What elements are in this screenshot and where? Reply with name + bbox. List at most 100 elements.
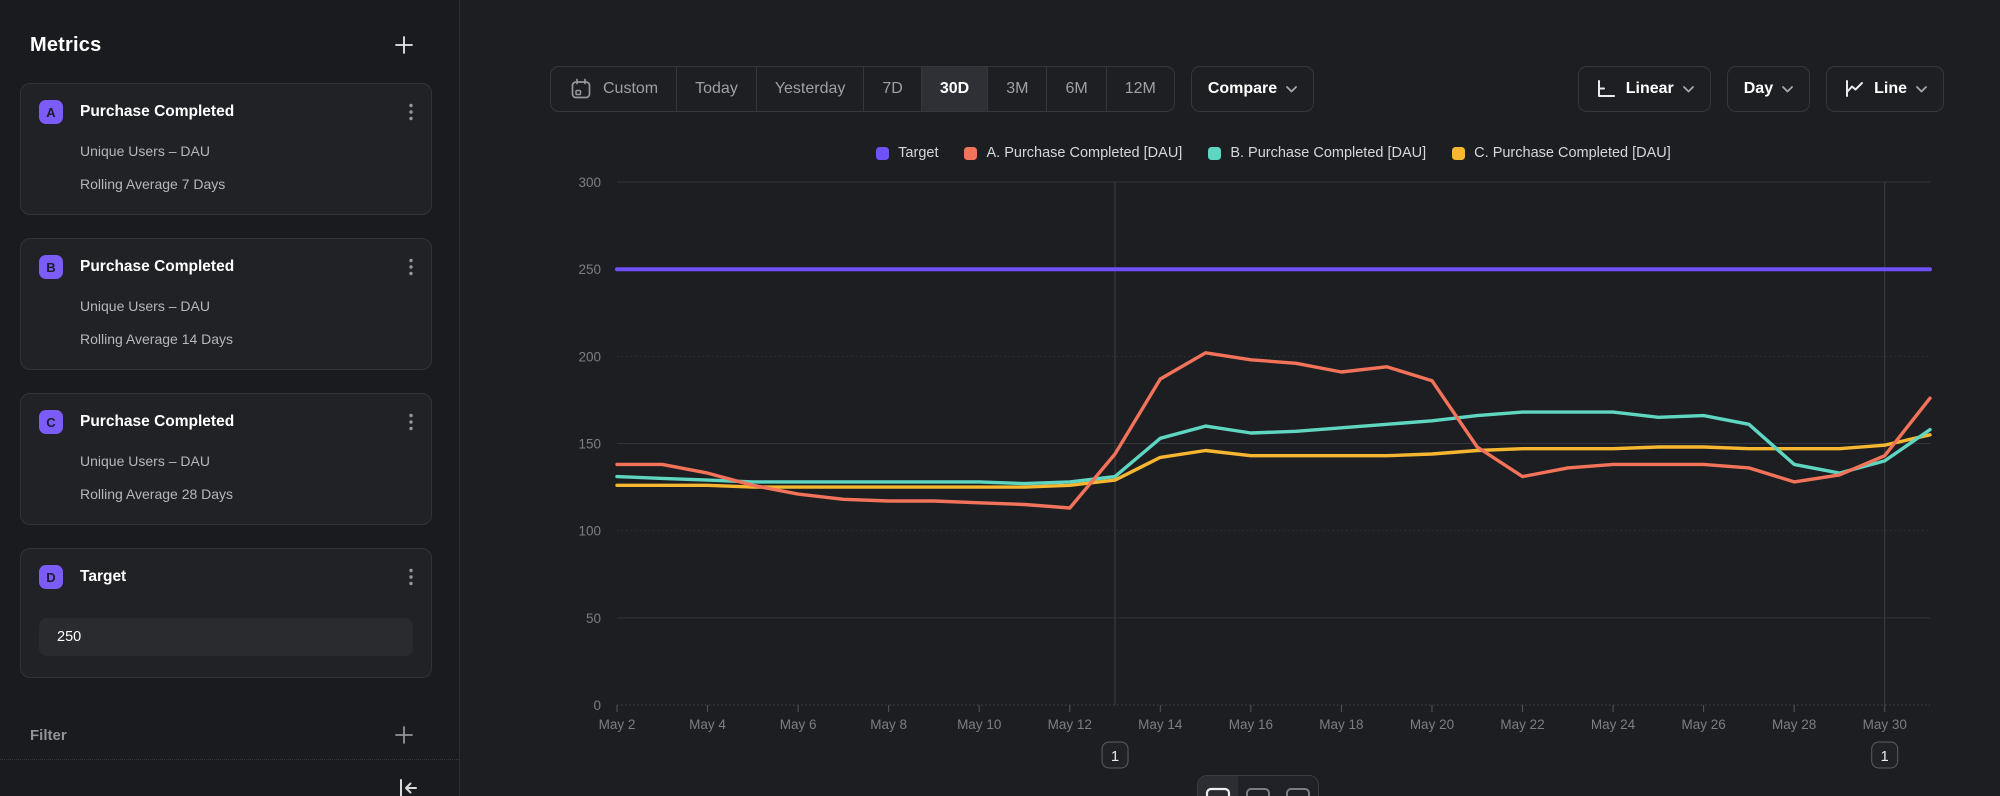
legend-swatch — [1452, 147, 1465, 160]
series-line-a-purchase-completed-dau — [617, 353, 1930, 508]
range-7d[interactable]: 7D — [863, 67, 920, 111]
metric-rolling-average: Rolling Average 14 Days — [80, 331, 413, 347]
metrics-section-title: Metrics — [30, 34, 101, 57]
metrics-sidebar: Metrics A Purchase Completed Unique User… — [0, 0, 460, 796]
range-label: 12M — [1125, 80, 1156, 98]
metric-title: Purchase Completed — [80, 258, 234, 276]
plus-icon — [393, 724, 415, 746]
x-axis-label: May 26 — [1681, 717, 1725, 732]
scale-dropdown[interactable]: Linear — [1578, 66, 1711, 112]
metric-card-a[interactable]: A Purchase Completed Unique Users – DAU … — [20, 83, 432, 215]
metric-card-c[interactable]: C Purchase Completed Unique Users – DAU … — [20, 393, 432, 525]
target-options-button[interactable] — [409, 568, 413, 586]
range-label: 30D — [940, 80, 969, 98]
metric-rolling-average: Rolling Average 7 Days — [80, 176, 413, 192]
range-label: 3M — [1006, 80, 1028, 98]
metric-options-button[interactable] — [409, 258, 413, 276]
chart-type-label: Line — [1874, 80, 1907, 98]
kebab-icon — [409, 103, 413, 121]
y-axis-label: 300 — [578, 175, 601, 190]
legend-item[interactable]: C. Purchase Completed [DAU] — [1452, 145, 1671, 161]
compare-button[interactable]: Compare — [1191, 66, 1314, 112]
metric-rolling-average: Rolling Average 28 Days — [80, 486, 413, 502]
y-axis-label: 250 — [578, 262, 601, 277]
target-card[interactable]: D Target — [20, 548, 432, 678]
legend-item[interactable]: A. Purchase Completed [DAU] — [964, 145, 1182, 161]
legend-swatch — [876, 147, 889, 160]
metric-card-header: C Purchase Completed — [39, 410, 413, 434]
annotation-badge-label: 1 — [1111, 749, 1119, 765]
legend-label: B. Purchase Completed [DAU] — [1230, 145, 1426, 161]
range-30d[interactable]: 30D — [921, 67, 987, 111]
kebab-icon — [409, 258, 413, 276]
add-metric-button[interactable] — [393, 34, 415, 56]
legend-label: C. Purchase Completed [DAU] — [1474, 145, 1671, 161]
chart-legend: Target A. Purchase Completed [DAU] B. Purc… — [617, 145, 1930, 161]
metric-letter-badge: D — [39, 565, 63, 589]
legend-item[interactable]: B. Purchase Completed [DAU] — [1208, 145, 1426, 161]
annotation-badge[interactable]: 1 — [1102, 742, 1128, 768]
metric-letter-badge: A — [39, 100, 63, 124]
layout-option-chart-only[interactable] — [1198, 776, 1238, 796]
x-axis-label: May 16 — [1229, 717, 1273, 732]
chevron-down-icon — [1683, 86, 1694, 93]
metric-options-button[interactable] — [409, 103, 413, 121]
layout-option-table-only[interactable] — [1278, 776, 1318, 796]
target-card-header: D Target — [39, 565, 413, 589]
collapse-left-icon — [395, 776, 421, 796]
layout-option-split[interactable] — [1238, 776, 1278, 796]
x-axis-label: May 22 — [1500, 717, 1544, 732]
sidebar-footer — [0, 760, 459, 796]
y-axis-label: 0 — [593, 698, 601, 713]
range-label: Today — [695, 80, 738, 98]
panel-layout-icon — [1285, 787, 1311, 796]
metric-card-b[interactable]: B Purchase Completed Unique Users – DAU … — [20, 238, 432, 370]
x-axis-label: May 30 — [1863, 717, 1907, 732]
metric-card-header: A Purchase Completed — [39, 100, 413, 124]
x-axis-label: May 28 — [1772, 717, 1816, 732]
y-axis-label: 100 — [578, 524, 601, 539]
chart-panel: 050100150200250300May 2May 4May 6May 8Ma… — [461, 0, 2000, 796]
legend-label: Target — [898, 145, 938, 161]
metric-measurement: Unique Users – DAU — [80, 143, 413, 159]
range-label: 6M — [1065, 80, 1087, 98]
collapse-sidebar-button[interactable] — [395, 776, 421, 796]
target-title: Target — [80, 568, 126, 586]
plus-icon — [393, 34, 415, 56]
range-6m[interactable]: 6M — [1046, 67, 1105, 111]
legend-swatch — [1208, 147, 1221, 160]
legend-label: A. Purchase Completed [DAU] — [986, 145, 1182, 161]
range-custom[interactable]: Custom — [551, 67, 676, 111]
metric-measurement: Unique Users – DAU — [80, 298, 413, 314]
kebab-icon — [409, 568, 413, 586]
x-axis-label: May 10 — [957, 717, 1001, 732]
range-label: 7D — [882, 80, 902, 98]
date-range-control: Custom Today Yesterday 7D 30D 3M 6M 12M — [550, 66, 1175, 112]
series-line-c-purchase-completed-dau — [617, 435, 1930, 487]
target-value-input[interactable] — [39, 618, 413, 656]
legend-item[interactable]: Target — [876, 145, 938, 161]
kebab-icon — [409, 413, 413, 431]
range-3m[interactable]: 3M — [987, 67, 1046, 111]
range-yesterday[interactable]: Yesterday — [756, 67, 864, 111]
x-axis-label: May 12 — [1048, 717, 1092, 732]
range-12m[interactable]: 12M — [1106, 67, 1174, 111]
range-label: Yesterday — [775, 80, 846, 98]
compare-label: Compare — [1208, 80, 1277, 98]
metric-letter-badge: C — [39, 410, 63, 434]
x-axis-label: May 2 — [599, 717, 636, 732]
chart-type-dropdown[interactable]: Line — [1826, 66, 1944, 112]
chart-toolbar: Custom Today Yesterday 7D 30D 3M 6M 12M … — [550, 66, 1944, 112]
range-label: Custom — [603, 80, 658, 98]
metric-card-header: B Purchase Completed — [39, 255, 413, 279]
metric-title: Purchase Completed — [80, 413, 234, 431]
chevron-down-icon — [1286, 86, 1297, 93]
metric-measurement: Unique Users – DAU — [80, 453, 413, 469]
metric-options-button[interactable] — [409, 413, 413, 431]
annotation-badge[interactable]: 1 — [1872, 742, 1898, 768]
add-filter-button[interactable] — [393, 724, 415, 746]
x-axis-label: May 4 — [689, 717, 726, 732]
interval-dropdown[interactable]: Day — [1727, 66, 1810, 112]
range-today[interactable]: Today — [676, 67, 756, 111]
metric-letter-badge: B — [39, 255, 63, 279]
